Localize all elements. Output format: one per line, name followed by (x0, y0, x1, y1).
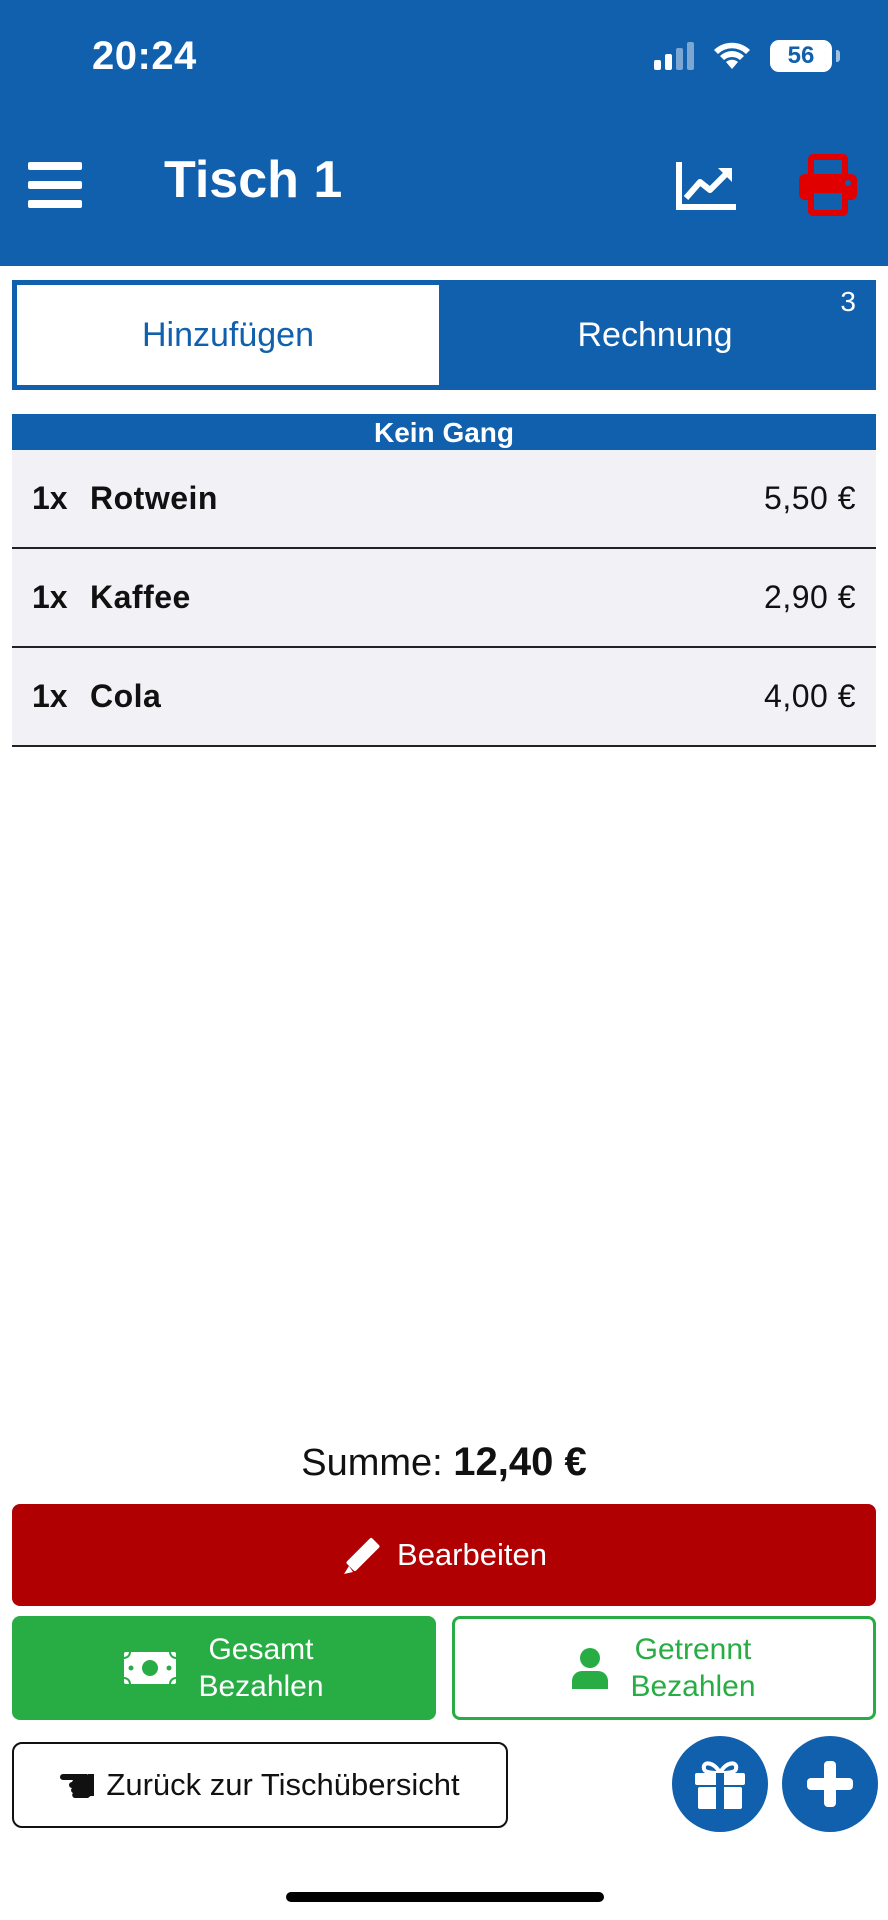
gift-button[interactable] (672, 1736, 768, 1832)
tab-bill[interactable]: Rechnung (439, 285, 871, 385)
order-item-list: 1x Rotwein 5,50 € 1x Kaffee 2,90 € 1x Co… (12, 450, 876, 747)
item-name: Cola (90, 678, 162, 714)
gift-icon (695, 1761, 745, 1809)
pay-total-button[interactable]: Gesamt Bezahlen (12, 1616, 436, 1720)
back-to-tables-button[interactable]: Zurück zur Tischübersicht (12, 1742, 508, 1828)
plus-icon (807, 1761, 853, 1807)
add-item-button[interactable] (782, 1736, 878, 1832)
item-name: Kaffee (90, 579, 191, 615)
status-time: 20:24 (92, 34, 197, 78)
signal-icon (654, 42, 694, 70)
item-price: 5,50 € (764, 480, 856, 516)
pencil-ruler-icon (344, 1538, 380, 1574)
pay-split-button[interactable]: Getrennt Bezahlen (452, 1616, 876, 1720)
sum-value: 12,40 € (453, 1440, 587, 1484)
edit-button[interactable]: Bearbeiten (12, 1504, 876, 1606)
back-button-label: Zurück zur Tischübersicht (106, 1767, 460, 1802)
item-name: Rotwein (90, 480, 218, 516)
sum-label: Summe: (301, 1442, 443, 1484)
battery-indicator: 56 (770, 40, 840, 72)
hand-pointing-left-icon (60, 1774, 95, 1798)
page-title: Tisch 1 (164, 151, 343, 209)
pay-total-label: Gesamt Bezahlen (198, 1633, 324, 1703)
item-price: 2,90 € (764, 579, 856, 615)
course-header: Kein Gang (12, 414, 876, 450)
statistics-chart-icon[interactable] (676, 160, 738, 210)
wifi-icon (714, 42, 750, 69)
order-item-row[interactable]: 1x Cola 4,00 € (12, 648, 876, 747)
tab-add[interactable]: Hinzufügen (17, 285, 439, 385)
item-quantity: 1x (32, 480, 68, 516)
app-header: 20:24 56 Tisch 1 (0, 0, 888, 266)
item-quantity: 1x (32, 678, 68, 714)
order-total: Summe: 12,40 € (0, 1440, 888, 1485)
order-item-row[interactable]: 1x Kaffee 2,90 € (12, 549, 876, 648)
edit-button-label: Bearbeiten (397, 1537, 547, 1572)
menu-icon (28, 162, 82, 170)
printer-icon[interactable] (796, 154, 860, 216)
home-indicator (286, 1892, 604, 1902)
order-item-row[interactable]: 1x Rotwein 5,50 € (12, 450, 876, 549)
bill-count-badge: 3 (840, 286, 856, 317)
status-icons: 56 (654, 40, 840, 72)
menu-button[interactable] (28, 162, 82, 208)
item-price: 4,00 € (764, 678, 856, 714)
tab-bar: Hinzufügen Rechnung 3 (12, 280, 876, 390)
person-icon (572, 1648, 609, 1689)
cash-icon (124, 1652, 177, 1684)
pay-split-label: Getrennt Bezahlen (630, 1633, 756, 1703)
item-quantity: 1x (32, 579, 68, 615)
